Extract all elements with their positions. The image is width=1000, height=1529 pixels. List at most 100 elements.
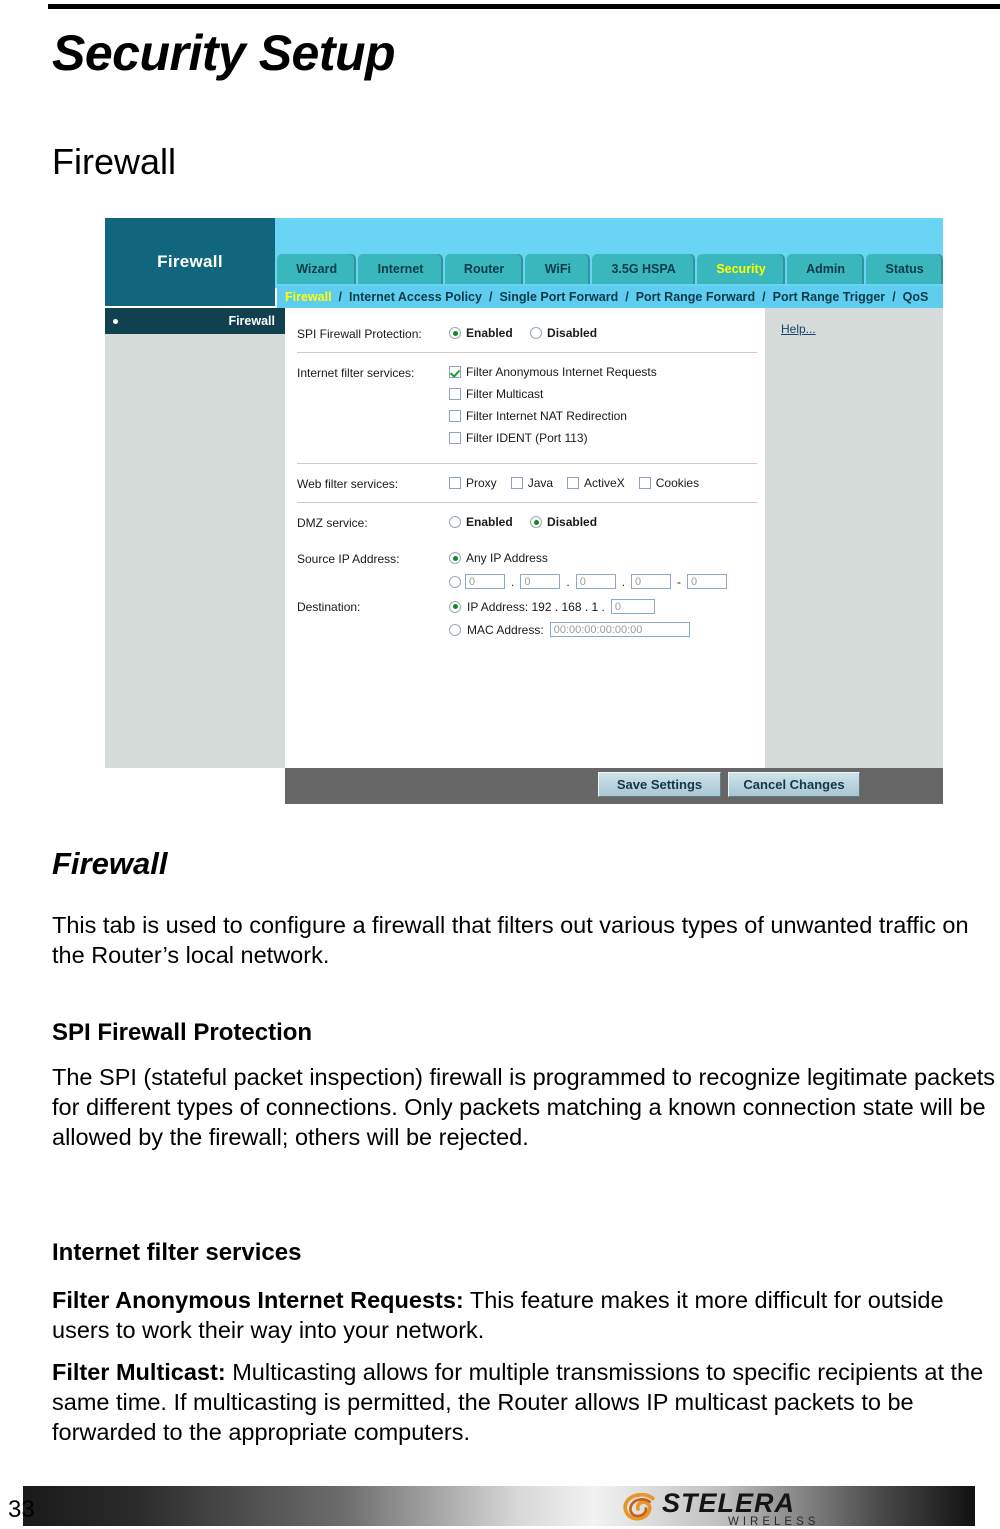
source-octet-4[interactable]: [631, 574, 672, 589]
checkbox-filter-ident-port-113-[interactable]: Filter IDENT (Port 113): [449, 431, 765, 445]
destination-mac-label: MAC Address:: [467, 622, 544, 637]
checkbox-filter-anonymous-internet-requests[interactable]: Filter Anonymous Internet Requests: [449, 365, 765, 379]
checkbox-label: Cookies: [655, 476, 700, 490]
source-ip-range-line: . . . -: [449, 574, 765, 589]
internet-filter-row: Internet filter services: Filter Anonymo…: [297, 365, 765, 453]
dmz-enabled-radio[interactable]: Enabled: [449, 515, 513, 529]
body-heading-spi: SPI Firewall Protection: [52, 1019, 313, 1046]
sidebar-item-firewall[interactable]: Firewall: [105, 308, 285, 334]
checkbox-label: Java: [527, 476, 554, 490]
destination-ip-line: IP Address: 192 . 168 . 1 .: [449, 599, 765, 614]
spi-disabled-label: Disabled: [547, 326, 598, 340]
destination-row: Destination: IP Address: 192 . 168 . 1 .…: [297, 599, 765, 645]
destination-ip-radio[interactable]: [449, 600, 461, 613]
tab-internet[interactable]: Internet: [358, 254, 443, 284]
checkbox-filter-internet-nat-redirection[interactable]: Filter Internet NAT Redirection: [449, 409, 765, 423]
router-body: Firewall SPI Firewall Protection: Enable…: [105, 308, 943, 808]
body-anon-paragraph: Filter Anonymous Internet Requests: This…: [52, 1285, 996, 1345]
checkbox-unchecked-icon: [449, 388, 461, 400]
destination-last-octet[interactable]: [610, 599, 655, 614]
checkbox-cookies[interactable]: Cookies: [638, 476, 700, 490]
save-settings-button[interactable]: Save Settings: [598, 772, 721, 797]
sidebar-item-label: Firewall: [228, 314, 275, 328]
checkbox-activex[interactable]: ActiveX: [567, 476, 625, 490]
spi-disabled-radio[interactable]: Disabled: [530, 326, 597, 340]
ip-dot: .: [621, 574, 626, 589]
destination-mac-input[interactable]: [549, 622, 690, 637]
source-any-ip-radio[interactable]: Any IP Address: [449, 551, 548, 565]
spi-enabled-radio[interactable]: Enabled: [449, 326, 513, 340]
checkbox-proxy[interactable]: Proxy: [449, 476, 497, 490]
section-heading: Firewall: [52, 141, 177, 182]
page-title: Security Setup: [52, 25, 396, 81]
radio-on-icon: [449, 552, 461, 564]
source-range-radio[interactable]: [449, 575, 461, 588]
logo-wordmark: STELERA: [662, 1488, 796, 1518]
radio-off-icon: [530, 327, 543, 339]
dmz-options: Enabled Disabled: [449, 515, 765, 531]
subnav-firewall[interactable]: Firewall: [285, 290, 332, 304]
body-heading-internet-filter: Internet filter services: [52, 1239, 302, 1266]
router-brand-title: Firewall: [157, 252, 223, 271]
body-intro-paragraph: This tab is used to configure a firewall…: [52, 912, 969, 969]
subnav-port-range-forward[interactable]: Port Range Forward: [636, 290, 755, 304]
cancel-changes-button[interactable]: Cancel Changes: [728, 772, 860, 797]
help-link[interactable]: Help...: [781, 322, 816, 336]
tab-admin[interactable]: Admin: [786, 254, 865, 284]
checkbox-java[interactable]: Java: [510, 476, 554, 490]
checkbox-label: ActiveX: [584, 476, 625, 490]
page-number: 33: [8, 1496, 35, 1523]
body-multicast-bold: Filter Multicast:: [52, 1359, 226, 1385]
subnav-port-range-trigger[interactable]: Port Range Trigger: [773, 290, 886, 304]
checkbox-label: Filter Anonymous Internet Requests: [466, 365, 657, 379]
checkbox-label: Filter Multicast: [466, 387, 544, 401]
tab-router[interactable]: Router: [444, 254, 524, 284]
ip-dot: .: [566, 574, 570, 589]
dmz-disabled-radio[interactable]: Disabled: [530, 515, 597, 529]
source-range-end[interactable]: [687, 574, 728, 589]
source-octet-1[interactable]: [465, 574, 505, 589]
radio-on-icon: [449, 327, 461, 339]
firewall-form: SPI Firewall Protection: Enabled Disable…: [285, 308, 765, 768]
body-anon-bold: Filter Anonymous Internet Requests:: [52, 1287, 464, 1313]
checkbox-filter-multicast[interactable]: Filter Multicast: [449, 387, 765, 401]
checkbox-label: Filter IDENT (Port 113): [466, 431, 588, 445]
subnav-separator: /: [892, 290, 896, 304]
checkbox-label: Filter Internet NAT Redirection: [466, 409, 627, 423]
subnav-internet-access-policy[interactable]: Internet Access Policy: [349, 290, 482, 304]
checkbox-unchecked-icon: [449, 477, 461, 489]
router-sidebar: Firewall: [105, 308, 285, 768]
web-filter-row: Web filter services: Proxy Java ActiveX Coo…: [297, 476, 765, 492]
body-spi-paragraph: The SPI (stateful packet inspection) fir…: [52, 1064, 996, 1151]
subnav-single-port-forward[interactable]: Single Port Forward: [499, 290, 618, 304]
dmz-disabled-label: Disabled: [547, 515, 598, 529]
stelera-logo: STELERA WIRELESS: [600, 1487, 860, 1529]
spi-options: Enabled Disabled: [449, 326, 765, 342]
spi-label: SPI Firewall Protection:: [297, 327, 422, 341]
source-octet-2[interactable]: [520, 574, 561, 589]
radio-off-icon: [449, 516, 461, 528]
tab-security[interactable]: Security: [697, 254, 785, 284]
radio-on-icon: [530, 516, 543, 528]
divider: [297, 502, 757, 503]
source-octet-3[interactable]: [575, 574, 616, 589]
checkbox-unchecked-icon: [510, 477, 523, 489]
destination-mac-radio[interactable]: [449, 623, 461, 636]
spi-enabled-label: Enabled: [466, 326, 513, 340]
dmz-enabled-label: Enabled: [466, 515, 513, 529]
subnav-separator: /: [338, 290, 343, 304]
subnav-separator: /: [488, 290, 493, 304]
router-brand-box: Firewall: [105, 218, 275, 306]
subnav-qos[interactable]: QoS: [903, 290, 929, 304]
tab-wifi[interactable]: WiFi: [525, 254, 591, 284]
subnav-separator: /: [762, 290, 766, 304]
body-multicast-paragraph: Filter Multicast: Multicasting allows fo…: [52, 1357, 996, 1447]
tab-wizard[interactable]: Wizard: [277, 254, 357, 284]
dmz-row: DMZ service: Enabled Disabled: [297, 515, 765, 531]
spi-row: SPI Firewall Protection: Enabled Disable…: [297, 326, 765, 342]
swirl-logo-icon: [623, 1492, 655, 1521]
bullet-icon: [113, 319, 118, 324]
internet-filter-options: Filter Anonymous Internet Requests Filter…: [449, 365, 765, 453]
tab-3-5g-hspa[interactable]: 3.5G HSPA: [592, 254, 696, 284]
tab-status[interactable]: Status: [866, 254, 943, 284]
